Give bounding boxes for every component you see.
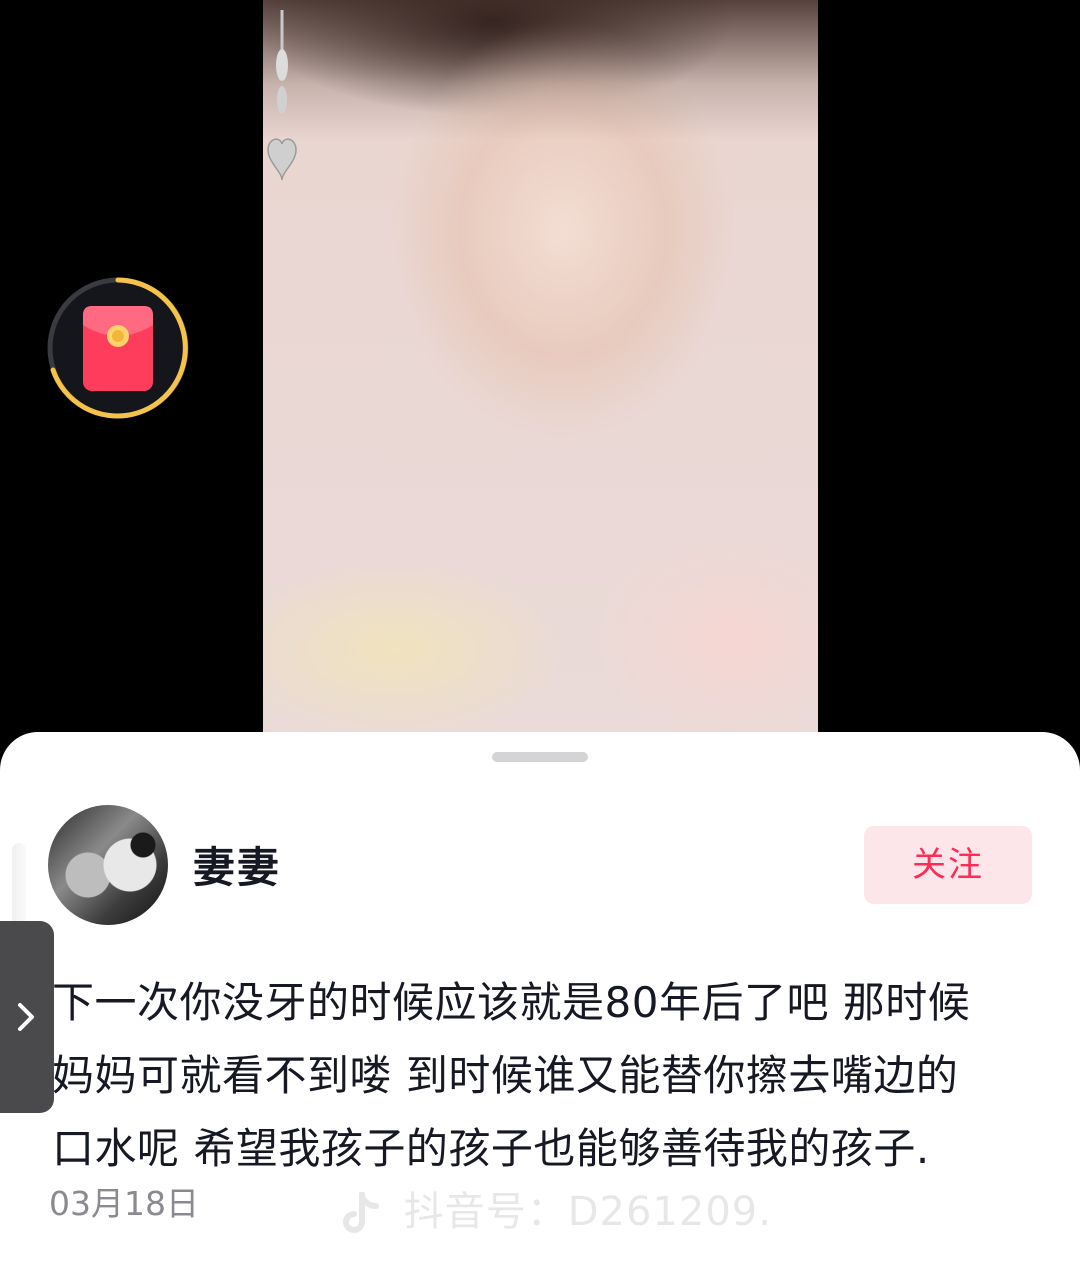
comment-date: 03月18日 [49,1184,199,1223]
follow-button[interactable]: 关注 [864,826,1032,904]
red-envelope-icon [47,277,189,419]
sheet-drag-handle[interactable] [492,752,588,762]
comment-line: 口水呢 希望我孩子的孩子也能够善待我的孩子. [52,1124,930,1173]
red-envelope-reward-button[interactable] [45,275,191,421]
username[interactable]: 妻妻 [193,840,281,896]
expand-side-panel-button[interactable] [0,921,54,1113]
douyin-watermark: 抖音号：D261209. [340,1186,772,1238]
video-image-hair [263,0,818,140]
comment-text: 下一次你没牙的时候应该就是80年后了吧 那时候 妈妈可就看不到喽 到时候谁又能替… [52,966,1042,1185]
chevron-right-icon [18,1003,34,1031]
avatar[interactable] [48,805,168,925]
comment-line: 下一次你没牙的时候应该就是80年后了吧 那时候 [52,978,971,1027]
scroll-indicator [12,843,26,933]
watermark-text: 抖音号：D261209. [403,1189,772,1235]
douyin-logo-icon [343,1192,379,1233]
video-frame[interactable] [263,0,818,760]
comment-line: 妈妈可就看不到喽 到时候谁又能替你擦去嘴边的 [52,1051,959,1100]
earring-image [267,10,297,180]
